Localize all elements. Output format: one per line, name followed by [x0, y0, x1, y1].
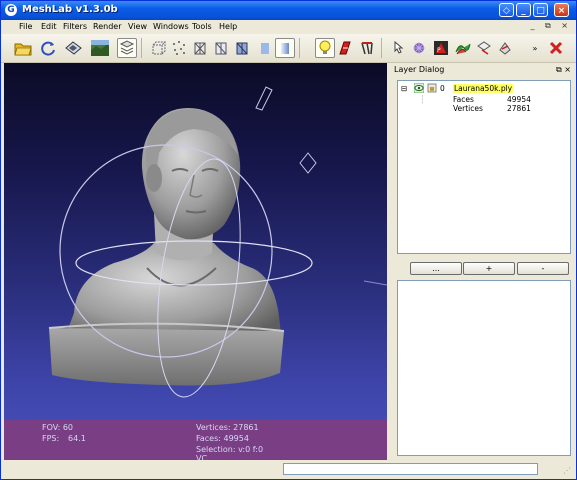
menu-bar: File Edit Filters Render View Windows To…	[1, 20, 576, 34]
delete-icon[interactable]	[546, 38, 566, 58]
eye-icon[interactable]	[413, 82, 425, 95]
bust-ear	[146, 164, 162, 192]
measure-icon[interactable]: P	[431, 38, 451, 58]
color-icon[interactable]	[357, 38, 377, 58]
smooth-icon[interactable]	[275, 38, 295, 58]
meshlab-window: G MeshLab v1.3.0b ◇ _ □ × File Edit Filt…	[0, 0, 577, 480]
layer-tree[interactable]: ⊟ 0 Laurana50k.ply ┆ Faces 49954 Vertice…	[397, 80, 571, 254]
axis-line	[363, 280, 387, 286]
transform-icon[interactable]	[495, 38, 515, 58]
light-marker	[299, 152, 317, 174]
mdi-window-controls[interactable]: _ ⧉ ×	[530, 21, 572, 31]
layer-dialog: Layer Dialog ⧉ × ⊟ 0 Laurana50k.ply ┆ Fa…	[390, 63, 575, 460]
light-marker	[255, 86, 273, 111]
toolbar-overflow[interactable]: »	[525, 38, 545, 58]
vertices-count: Vertices: 27861	[196, 423, 259, 432]
menu-windows[interactable]: Windows	[153, 22, 189, 31]
svg-text:P: P	[437, 47, 441, 54]
fps-value: 64.1	[68, 434, 86, 443]
layer-dialog-controls[interactable]: ⧉ ×	[556, 65, 571, 75]
minimize-button[interactable]: _	[516, 3, 531, 17]
remove-layer-button[interactable]: -	[517, 262, 569, 275]
toolbar-separator	[299, 38, 300, 58]
resize-grip[interactable]: ⋰	[563, 466, 573, 476]
wireframe-icon[interactable]	[190, 38, 210, 58]
layer-name[interactable]: Laurana50k.ply	[453, 84, 514, 93]
menu-filters[interactable]: Filters	[63, 22, 87, 31]
layers-icon[interactable]	[117, 38, 137, 58]
progress-bar	[283, 463, 538, 475]
menu-tools[interactable]: Tools	[192, 22, 212, 31]
toolbar-separator	[141, 38, 142, 58]
status-bar: ⋰	[1, 460, 576, 479]
selection-count: Selection: v:0 f:0	[196, 445, 264, 454]
faces-value: 49954	[507, 95, 531, 104]
flat-icon[interactable]	[255, 38, 275, 58]
meshlab-app-icon[interactable]: G	[5, 4, 17, 16]
paint-icon[interactable]	[409, 38, 429, 58]
snapshot-icon[interactable]	[90, 38, 110, 58]
light-icon[interactable]	[315, 38, 335, 58]
more-button[interactable]: ...	[410, 262, 462, 275]
layer-lock-icon[interactable]	[427, 83, 437, 95]
main-toolbar: P »	[1, 34, 576, 63]
3d-viewport[interactable]: FOV: 60 FPS: 64.1 Vertices: 27861 Faces:…	[4, 63, 387, 460]
close-button[interactable]: ×	[554, 3, 569, 17]
viewport-info-overlay: FOV: 60 FPS: 64.1 Vertices: 27861 Faces:…	[4, 420, 387, 460]
menu-render[interactable]: Render	[93, 22, 121, 31]
select-icon[interactable]	[387, 38, 407, 58]
restore-icon[interactable]: ◇	[499, 3, 514, 17]
tree-connector: ┆	[420, 95, 425, 104]
bbox-icon[interactable]	[148, 38, 168, 58]
reload-icon[interactable]	[38, 38, 58, 58]
mesh-render[interactable]	[4, 63, 387, 420]
menu-view[interactable]: View	[128, 22, 147, 31]
add-layer-button[interactable]: +	[463, 262, 515, 275]
points-icon[interactable]	[169, 38, 189, 58]
faces-label: Faces	[453, 95, 474, 104]
toolbar-separator	[381, 38, 382, 58]
vertices-value: 27861	[507, 104, 531, 113]
menu-edit[interactable]: Edit	[41, 22, 57, 31]
vertices-label: Vertices	[453, 104, 483, 113]
layer-index: 0	[440, 84, 445, 93]
fov-label: FOV: 60	[42, 423, 73, 432]
align-icon[interactable]	[453, 38, 473, 58]
hidden-lines-icon[interactable]	[211, 38, 231, 58]
flat-lines-icon[interactable]	[232, 38, 252, 58]
maximize-button[interactable]: □	[533, 3, 548, 17]
move-icon[interactable]	[474, 38, 494, 58]
save-snapshot-icon[interactable]	[63, 38, 83, 58]
menu-file[interactable]: File	[19, 22, 32, 31]
decorator-pane	[397, 280, 571, 456]
title-bar[interactable]: G MeshLab v1.3.0b ◇ _ □ ×	[1, 1, 576, 20]
texture-icon[interactable]	[335, 38, 355, 58]
layer-expander[interactable]: ⊟	[401, 84, 407, 93]
fps-label: FPS:	[42, 434, 60, 443]
menu-help[interactable]: Help	[219, 22, 237, 31]
faces-count: Faces: 49954	[196, 434, 249, 443]
layer-dialog-title: Layer Dialog	[394, 65, 445, 74]
window-title: MeshLab v1.3.0b	[22, 4, 118, 15]
open-folder-icon[interactable]	[13, 38, 33, 58]
